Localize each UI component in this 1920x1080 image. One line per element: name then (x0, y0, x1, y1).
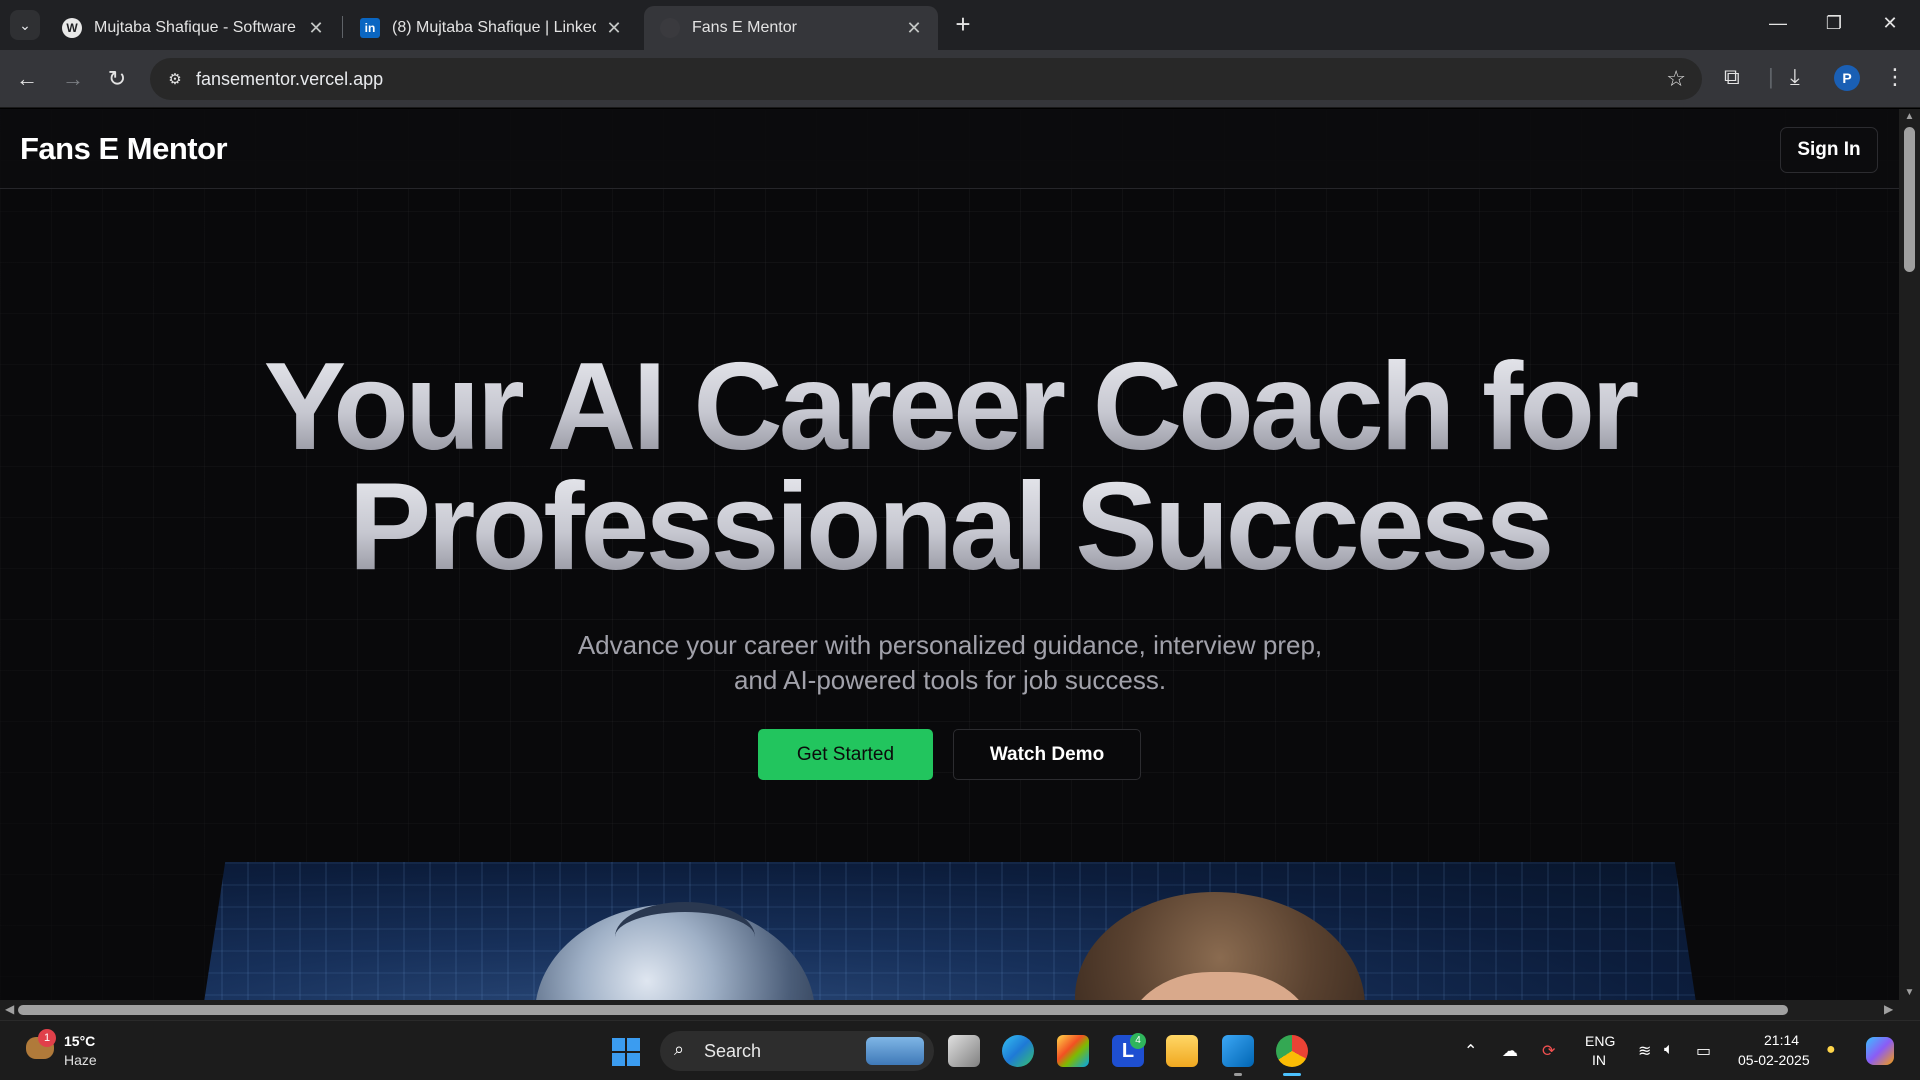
tab-portfolio[interactable]: W Mujtaba Shafique - Software En ✕ (46, 6, 340, 50)
tab-search-button[interactable]: ⌄ (10, 10, 40, 40)
vscode-icon[interactable] (1222, 1035, 1254, 1067)
address-bar[interactable]: ⚙ fansementor.vercel.app ☆ (150, 58, 1702, 100)
file-explorer-icon[interactable] (1166, 1035, 1198, 1067)
weather-badge: 1 (38, 1029, 56, 1047)
notification-bell-icon[interactable]: ● (1826, 1041, 1836, 1059)
close-window-button[interactable]: ✕ (1862, 0, 1918, 46)
back-button[interactable]: ← (10, 62, 44, 96)
chrome-icon[interactable] (1276, 1035, 1308, 1067)
download-icon[interactable]: ⤓ (1790, 64, 1800, 90)
sync-icon[interactable]: ⟳ (1542, 1041, 1555, 1061)
bookmark-star-icon[interactable]: ☆ (1666, 66, 1686, 92)
new-tab-button[interactable]: + (948, 10, 978, 40)
tab-linkedin[interactable]: in (8) Mujtaba Shafique | LinkedIn ✕ (344, 6, 638, 50)
clock-time[interactable]: 21:14 (1764, 1032, 1799, 1048)
horizontal-scrollbar[interactable]: ◀ ▶ (0, 1000, 1920, 1020)
browser-toolbar: ← → ↻ ⚙ fansementor.vercel.app ☆ ⧉ | ⤓ ⋮ (0, 50, 1920, 108)
scroll-right-icon[interactable]: ▶ (1884, 1002, 1893, 1016)
minimize-icon: — (1769, 13, 1787, 33)
horizontal-scroll-thumb[interactable] (18, 1005, 1788, 1015)
vscode-running-indicator (1234, 1073, 1242, 1076)
url-text[interactable]: fansementor.vercel.app (196, 69, 383, 90)
restore-button[interactable]: ❐ (1806, 0, 1862, 46)
tab-fans-e-mentor[interactable]: Fans E Mentor ✕ (644, 6, 938, 50)
plus-icon: + (955, 9, 971, 39)
language-region[interactable]: IN (1592, 1052, 1606, 1068)
menu-kebab-icon[interactable]: ⋮ (1884, 64, 1906, 90)
sign-in-button[interactable]: Sign In (1780, 127, 1878, 173)
circuit-pattern (195, 862, 1705, 1000)
arrow-left-icon: ← (16, 66, 38, 91)
extensions-icon[interactable]: ⧉ (1724, 64, 1740, 90)
search-icon: ⌕ (674, 1039, 685, 1059)
hero-banner-image (195, 862, 1705, 1000)
cloud-offline-icon[interactable]: ☁ (1502, 1041, 1518, 1061)
profile-avatar[interactable]: P (1834, 65, 1860, 91)
vertical-scroll-thumb[interactable] (1904, 127, 1915, 272)
reload-icon: ↻ (107, 66, 127, 91)
battery-icon[interactable]: ▭ (1696, 1041, 1711, 1061)
scroll-left-icon[interactable]: ◀ (5, 1002, 14, 1016)
linkedin-icon: in (360, 18, 380, 38)
site-favicon-icon (660, 18, 680, 38)
windows-start-icon[interactable] (612, 1038, 640, 1066)
scroll-down-icon[interactable]: ▼ (1899, 987, 1920, 998)
language-indicator[interactable]: ENG (1585, 1033, 1615, 1049)
hero-subtitle: Advance your career with personalized gu… (577, 630, 1323, 695)
site-favicon-icon: W (62, 18, 82, 38)
chevron-up-icon[interactable]: ⌃ (1464, 1041, 1477, 1061)
vertical-scrollbar[interactable]: ▲ ▼ (1899, 109, 1920, 1000)
search-highlight-image (866, 1037, 924, 1065)
close-icon[interactable]: ✕ (306, 18, 326, 39)
forward-button[interactable]: → (56, 62, 90, 96)
task-view-icon[interactable] (948, 1035, 980, 1067)
hero-title-line-1: Your AI Career Coach for (0, 345, 1899, 469)
tab-separator (342, 16, 343, 38)
wifi-icon[interactable]: ≋ (1638, 1041, 1651, 1061)
toolbar-divider: | (1768, 64, 1774, 89)
reload-button[interactable]: ↻ (100, 62, 134, 96)
tab-title: (8) Mujtaba Shafique | LinkedIn (392, 19, 596, 36)
arrow-right-icon: → (62, 66, 84, 91)
notification-badge: 4 (1130, 1033, 1146, 1049)
get-started-button[interactable]: Get Started (758, 729, 933, 780)
copilot-icon[interactable] (1866, 1037, 1894, 1065)
weather-description[interactable]: Haze (64, 1052, 97, 1068)
chrome-active-indicator (1283, 1073, 1301, 1076)
taskbar-search[interactable]: ⌕ Search (660, 1031, 934, 1071)
chevron-down-icon: ⌄ (19, 16, 31, 33)
close-icon[interactable]: ✕ (904, 18, 924, 39)
brand-logo[interactable]: Fans E Mentor (20, 131, 228, 167)
edge-icon[interactable] (1002, 1035, 1034, 1067)
browser-tabstrip: ⌄ W Mujtaba Shafique - Software En ✕ in … (0, 0, 1920, 50)
volume-icon[interactable]: 🔈︎ (1664, 1041, 1674, 1059)
taskbar: 1 15°C Haze ⌕ Search L 4 ⌃ ☁ ⟳ ENG IN ≋ … (0, 1020, 1920, 1080)
minimize-button[interactable]: — (1750, 0, 1806, 46)
close-icon: ✕ (1882, 13, 1898, 33)
scroll-up-icon[interactable]: ▲ (1899, 111, 1920, 122)
page-viewport: Fans E Mentor Sign In Your AI Career Coa… (0, 109, 1899, 1000)
clock-date[interactable]: 05-02-2025 (1738, 1052, 1810, 1068)
watch-demo-button[interactable]: Watch Demo (953, 729, 1141, 780)
close-icon[interactable]: ✕ (604, 18, 624, 39)
site-settings-icon[interactable]: ⚙ (154, 70, 196, 88)
taskbar-search-label: Search (704, 1041, 762, 1061)
tab-title: Fans E Mentor (692, 19, 797, 36)
site-header: Fans E Mentor Sign In (0, 109, 1899, 189)
restore-icon: ❐ (1825, 13, 1843, 33)
microsoft-store-icon[interactable] (1057, 1035, 1089, 1067)
robot-visor-graphic (615, 902, 755, 972)
tab-title: Mujtaba Shafique - Software En (94, 19, 298, 36)
weather-temperature[interactable]: 15°C (64, 1033, 95, 1049)
hero-title-line-2: Professional Success (0, 465, 1899, 589)
